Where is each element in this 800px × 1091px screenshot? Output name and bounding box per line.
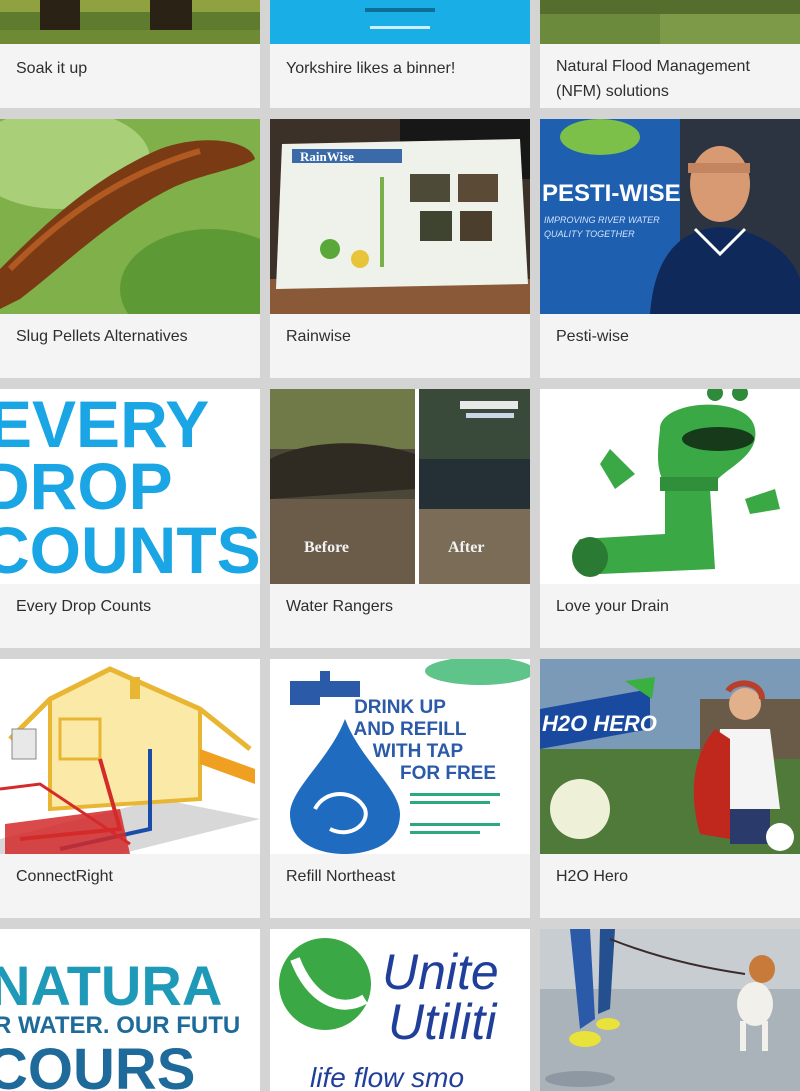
refill-poster-line3: WITH TAP — [373, 741, 464, 762]
house-plumbing-diagram-image — [0, 659, 260, 854]
card-title: Natural Flood Management (NFM) solutions — [556, 58, 750, 100]
card-title: Every Drop Counts — [16, 598, 152, 615]
united-utilities-image: Unite Utiliti life flow smo — [270, 929, 530, 1091]
card-dog-walk[interactable] — [540, 929, 800, 1091]
card-title: H2O Hero — [556, 868, 629, 885]
card-title: Love your Drain — [556, 598, 669, 615]
blue-banner-image — [270, 0, 530, 44]
united-utilities-word2: Utiliti — [388, 994, 498, 1050]
natural-course-word3: COURS — [0, 1037, 195, 1091]
card-natural-flood-management[interactable]: Natural Flood Management (NFM) solutions — [540, 0, 800, 108]
after-label: After — [448, 539, 484, 556]
slug-on-leaf-image — [0, 119, 260, 314]
card-title: Water Rangers — [286, 598, 393, 615]
dog-walk-puddle-image — [540, 929, 800, 1091]
card-title: Slug Pellets Alternatives — [16, 328, 188, 345]
h2o-hero-image: H2O HERO — [540, 659, 800, 854]
united-utilities-tagline: life flow smo — [310, 1062, 464, 1091]
card-connectright[interactable]: ConnectRight — [0, 659, 260, 918]
card-refill-northeast[interactable]: DRINK UP AND REFILL WITH TAP FOR FREE Re… — [270, 659, 530, 918]
h2o-hero-banner-text: H2O HERO — [542, 711, 657, 736]
pesti-wise-banner-line1: IMPROVING RIVER WATER — [544, 215, 660, 225]
refill-poster-line4: FOR FREE — [400, 763, 496, 784]
card-natural-course[interactable]: NATURA R WATER. OUR FUTU COURS — [0, 929, 260, 1091]
rainwise-board-title: RainWise — [300, 149, 354, 164]
card-love-your-drain[interactable]: Love your Drain — [540, 389, 800, 648]
refill-poster-line1: DRINK UP — [354, 697, 446, 718]
green-pipe-mascot-image — [540, 389, 800, 584]
card-title: Pesti-wise — [556, 328, 629, 345]
before-label: Before — [304, 539, 349, 556]
card-slug-pellets-alternatives[interactable]: Slug Pellets Alternatives — [0, 119, 260, 378]
every-drop-counts-image: EVERY DROP COUNTS — [0, 389, 260, 584]
card-title: ConnectRight — [16, 868, 113, 885]
card-title: Yorkshire likes a binner! — [286, 60, 456, 77]
card-united-utilities[interactable]: Unite Utiliti life flow smo — [270, 929, 530, 1091]
card-rainwise[interactable]: RainWise Rainwise — [270, 119, 530, 378]
united-utilities-word1: Unite — [382, 944, 499, 1000]
card-h2o-hero[interactable]: H2O HERO H2O Hero — [540, 659, 800, 918]
refill-tap-poster-image: DRINK UP AND REFILL WITH TAP FOR FREE — [270, 659, 530, 854]
card-every-drop-counts[interactable]: EVERY DROP COUNTS Every Drop Counts — [0, 389, 260, 648]
card-yorkshire-likes-a-binner[interactable]: Yorkshire likes a binner! — [270, 0, 530, 108]
refill-poster-line2: AND REFILL — [354, 719, 467, 740]
card-pesti-wise[interactable]: PESTI-WISE IMPROVING RIVER WATER QUALITY… — [540, 119, 800, 378]
card-title: Soak it up — [16, 60, 88, 77]
card-water-rangers[interactable]: Before After Water Rangers — [270, 389, 530, 648]
natural-course-line2: R WATER. OUR FUTU — [0, 1012, 240, 1039]
pesti-wise-banner-title: PESTI-WISE — [542, 180, 681, 207]
garden-boots-image — [0, 0, 260, 44]
pesti-wise-banner-image: PESTI-WISE IMPROVING RIVER WATER QUALITY… — [540, 119, 800, 314]
hillside-grass-image — [540, 0, 800, 44]
every-drop-counts-word3: COUNTS — [0, 513, 260, 584]
natural-course-image: NATURA R WATER. OUR FUTU COURS — [0, 929, 260, 1091]
natural-course-word1: NATURA — [0, 954, 222, 1017]
card-title: Refill Northeast — [286, 868, 396, 885]
card-soak-it-up[interactable]: Soak it up — [0, 0, 260, 108]
pesti-wise-banner-line2: QUALITY TOGETHER — [544, 229, 635, 239]
before-after-stream-image: Before After — [270, 389, 530, 584]
rainwise-board-image: RainWise — [270, 119, 530, 314]
card-title: Rainwise — [286, 328, 351, 345]
every-drop-counts-word2: DROP — [0, 449, 173, 523]
